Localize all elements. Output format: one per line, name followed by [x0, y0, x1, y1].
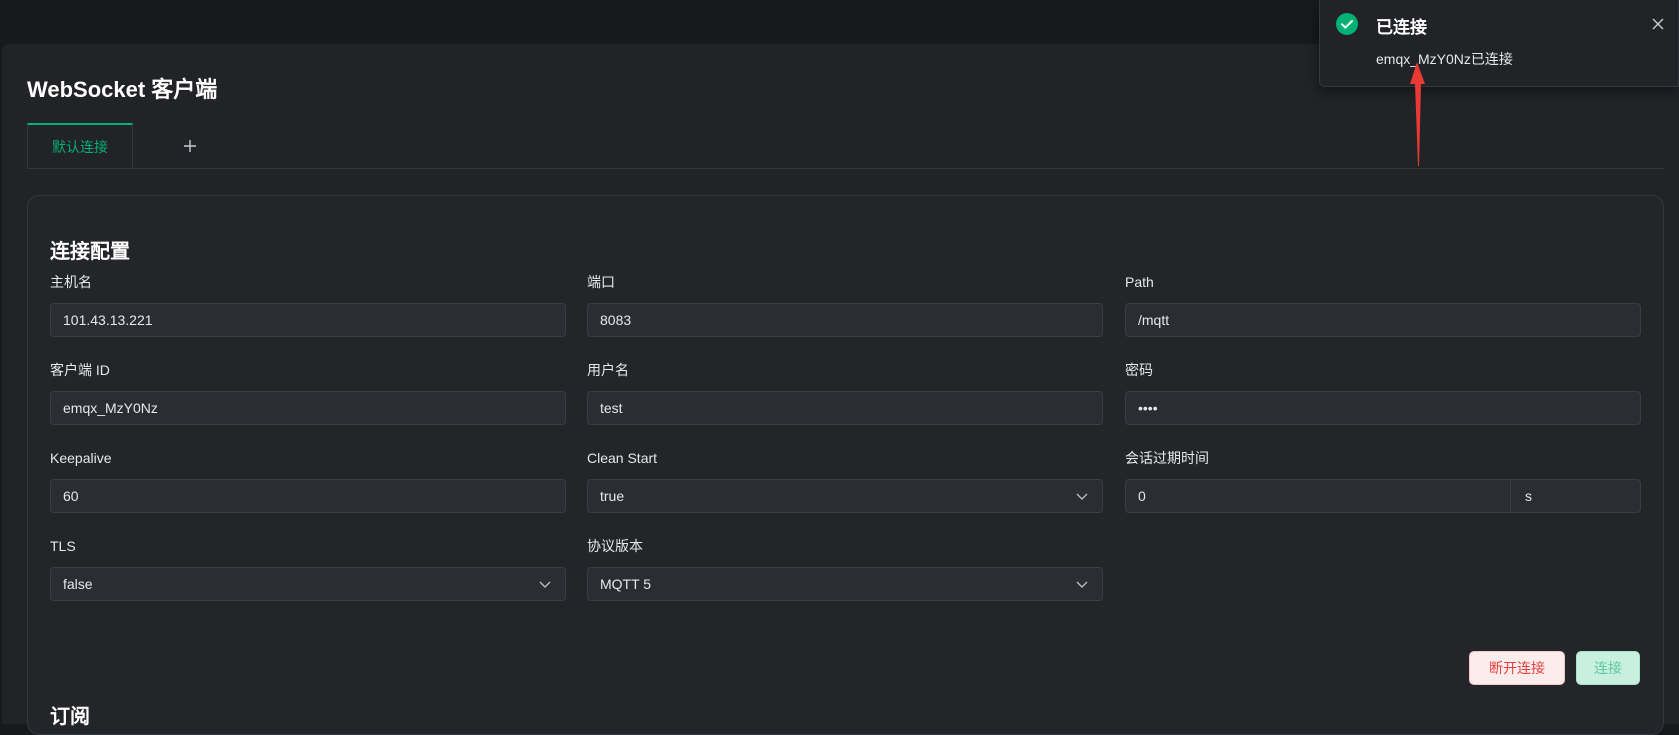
subscription-title: 订阅: [50, 706, 90, 728]
connection-config-title: 连接配置: [50, 241, 130, 263]
chevron-down-icon: [539, 581, 551, 588]
tls-value: false: [63, 576, 93, 592]
tab-default-connection[interactable]: 默认连接: [27, 123, 133, 168]
chevron-down-icon: [1076, 581, 1088, 588]
path-label: Path: [1125, 274, 1154, 290]
connect-button[interactable]: 连接: [1576, 651, 1640, 685]
password-label: 密码: [1125, 362, 1153, 378]
add-tab-button[interactable]: [175, 131, 205, 161]
client-id-input[interactable]: emqx_MzY0Nz: [50, 391, 566, 425]
clean-start-select[interactable]: true: [587, 479, 1103, 513]
host-input[interactable]: 101.43.13.221: [50, 303, 566, 337]
connected-toast: 已连接 emqx_MzY0Nz已连接: [1319, 0, 1679, 87]
chevron-down-icon: [1076, 493, 1088, 500]
port-input[interactable]: 8083: [587, 303, 1103, 337]
disconnect-button[interactable]: 断开连接: [1469, 651, 1565, 685]
page-title: WebSocket 客户端: [27, 77, 218, 102]
protocol-version-value: MQTT 5: [600, 576, 652, 592]
toast-title: 已连接: [1376, 18, 1427, 37]
username-label: 用户名: [587, 362, 629, 378]
clean-start-label: Clean Start: [587, 450, 658, 466]
keepalive-label: Keepalive: [50, 450, 112, 466]
plus-icon: [184, 140, 196, 152]
keepalive-input[interactable]: 60: [50, 479, 566, 513]
close-icon[interactable]: [1650, 16, 1666, 32]
session-expiry-unit: s: [1510, 479, 1641, 513]
toast-message: emqx_MzY0Nz已连接: [1376, 51, 1513, 67]
protocol-version-label: 协议版本: [587, 538, 643, 554]
session-expiry-label: 会话过期时间: [1125, 450, 1209, 466]
clean-start-value: true: [600, 488, 625, 504]
check-circle-icon: [1336, 13, 1358, 35]
path-input[interactable]: /mqtt: [1125, 303, 1641, 337]
username-input[interactable]: test: [587, 391, 1103, 425]
client-id-label: 客户端 ID: [50, 362, 110, 378]
tls-label: TLS: [50, 538, 76, 554]
tls-select[interactable]: false: [50, 567, 566, 601]
session-expiry-input[interactable]: 0: [1125, 479, 1511, 513]
port-label: 端口: [587, 274, 615, 290]
protocol-version-select[interactable]: MQTT 5: [587, 567, 1103, 601]
host-label: 主机名: [50, 274, 92, 290]
annotation-arrow: [1410, 62, 1425, 166]
connection-config-card: [27, 195, 1664, 735]
password-input[interactable]: ••••: [1125, 391, 1641, 425]
